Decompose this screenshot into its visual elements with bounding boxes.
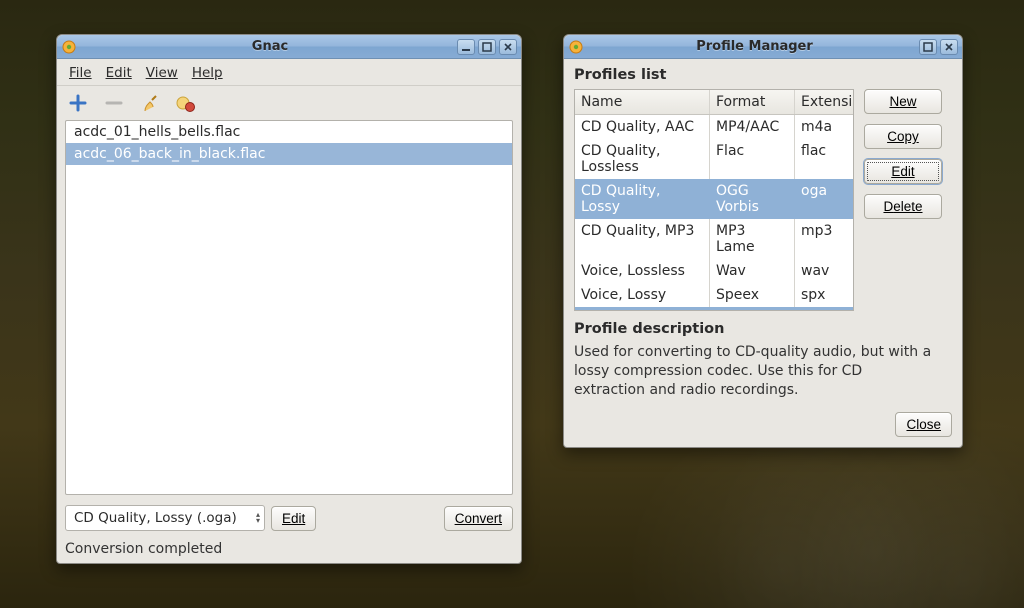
gnac-app-icon	[61, 39, 77, 55]
cell-format: OGG Vorbis	[710, 179, 795, 219]
menu-view[interactable]: View	[140, 63, 184, 83]
cell-extension: oga	[795, 179, 853, 219]
cell-format: MP3 Lame	[710, 219, 795, 259]
table-row[interactable]: Voice, LosslessWavwav	[575, 259, 853, 283]
profile-description: Used for converting to CD-quality audio,…	[574, 343, 934, 400]
col-format[interactable]: Format	[710, 90, 795, 114]
cell-extension: m4a	[795, 115, 853, 139]
convert-button[interactable]: Convert	[444, 506, 513, 531]
menu-help[interactable]: Help	[186, 63, 229, 83]
status-text: Conversion completed	[65, 541, 222, 557]
pm-titlebar[interactable]: Profile Manager	[564, 35, 962, 59]
cell-name: CD Quality, Lossy	[575, 179, 710, 219]
table-row[interactable]: Voice, LossySpeexspx	[575, 283, 853, 307]
menu-edit[interactable]: Edit	[100, 63, 138, 83]
cell-extension: flac	[795, 139, 853, 179]
profile-description-heading: Profile description	[574, 321, 952, 337]
close-button-dialog[interactable]: Close	[895, 412, 952, 437]
table-row[interactable]: CD Quality, LosslessFlacflac	[575, 139, 853, 179]
convert-icon[interactable]	[175, 92, 197, 114]
col-name[interactable]: Name	[575, 90, 710, 114]
cell-format: Wav	[710, 259, 795, 283]
pm-title: Profile Manager	[590, 39, 919, 54]
gnac-window: Gnac File Edit View Help	[56, 34, 522, 564]
combo-arrows-icon: ▴▾	[256, 512, 260, 524]
cell-name: CD Quality, Lossless	[575, 139, 710, 179]
cell-format: Speex	[710, 283, 795, 307]
cell-name: CD Quality, MP3	[575, 219, 710, 259]
cell-extension: spx	[795, 283, 853, 307]
menubar: File Edit View Help	[57, 59, 521, 86]
cell-format: MP4/AAC	[710, 115, 795, 139]
new-button[interactable]: New	[864, 89, 942, 114]
copy-button[interactable]: Copy	[864, 124, 942, 149]
table-header: Name Format Extensi	[575, 90, 853, 115]
cell-name: Voice, Lossless	[575, 259, 710, 283]
profiles-table[interactable]: Name Format Extensi CD Quality, AACMP4/A…	[574, 89, 854, 311]
profile-manager-window: Profile Manager Profiles list Name Forma…	[563, 34, 963, 448]
profiles-list-heading: Profiles list	[574, 67, 952, 83]
file-row[interactable]: acdc_01_hells_bells.flac	[66, 121, 512, 143]
cell-extension: mp3	[795, 219, 853, 259]
toolbar	[57, 86, 521, 120]
pm-maximize-button[interactable]	[919, 39, 937, 55]
remove-icon[interactable]	[103, 92, 125, 114]
cell-name: Voice, Lossy	[575, 283, 710, 307]
profile-combo-value: CD Quality, Lossy (.oga)	[74, 510, 237, 526]
file-list[interactable]: acdc_01_hells_bells.flacacdc_06_back_in_…	[65, 120, 513, 495]
close-button[interactable]	[499, 39, 517, 55]
cell-name: CD Quality, AAC	[575, 115, 710, 139]
minimize-button[interactable]	[457, 39, 475, 55]
table-row[interactable]: CD Quality, LossyOGG Vorbisoga	[575, 179, 853, 219]
menu-file[interactable]: File	[63, 63, 98, 83]
edit-profile-button[interactable]: Edit	[271, 506, 316, 531]
col-extension[interactable]: Extensi	[795, 90, 853, 114]
table-accent	[575, 307, 853, 310]
bottom-bar: CD Quality, Lossy (.oga) ▴▾ Edit Convert	[57, 495, 521, 537]
profile-buttons: New Copy Edit Delete	[864, 89, 942, 311]
add-icon[interactable]	[67, 92, 89, 114]
gnac-title: Gnac	[83, 39, 457, 54]
profile-combo[interactable]: CD Quality, Lossy (.oga) ▴▾	[65, 505, 265, 531]
maximize-button[interactable]	[478, 39, 496, 55]
delete-button[interactable]: Delete	[864, 194, 942, 219]
gnac-titlebar[interactable]: Gnac	[57, 35, 521, 59]
table-row[interactable]: CD Quality, AACMP4/AACm4a	[575, 115, 853, 139]
clear-icon[interactable]	[139, 92, 161, 114]
cell-extension: wav	[795, 259, 853, 283]
status-bar: Conversion completed	[57, 537, 521, 563]
edit-button[interactable]: Edit	[864, 159, 942, 184]
table-row[interactable]: CD Quality, MP3MP3 Lamemp3	[575, 219, 853, 259]
file-row[interactable]: acdc_06_back_in_black.flac	[66, 143, 512, 165]
cell-format: Flac	[710, 139, 795, 179]
pm-app-icon	[568, 39, 584, 55]
pm-close-button[interactable]	[940, 39, 958, 55]
